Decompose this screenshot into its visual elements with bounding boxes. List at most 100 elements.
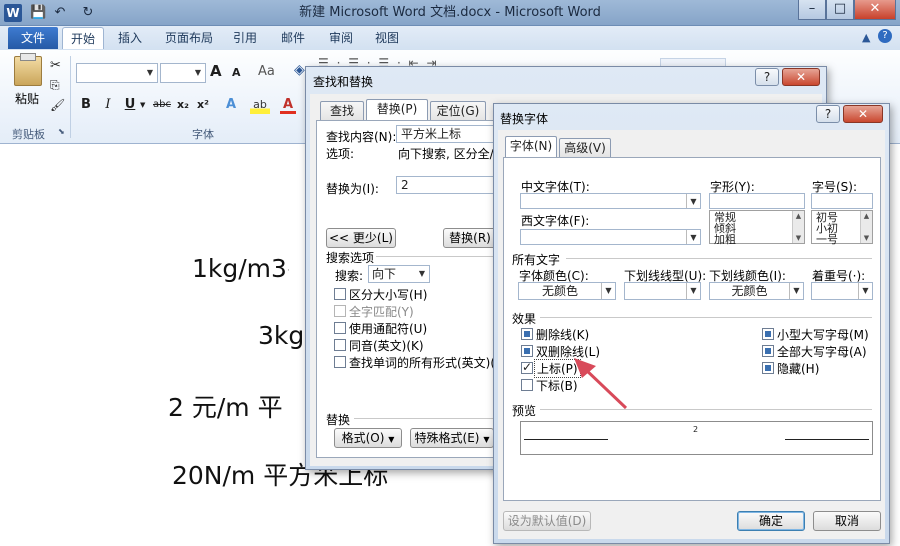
format-painter-icon[interactable]: 🖌 <box>50 98 65 112</box>
bold-button[interactable]: B <box>78 96 94 114</box>
paragraph-mark: · <box>287 266 290 276</box>
tab-page-layout[interactable]: 页面布局 <box>160 27 218 49</box>
emphasis-select[interactable]: ▼ <box>811 282 873 300</box>
replace-font-close-button[interactable]: ✕ <box>843 105 883 123</box>
font-color-select[interactable]: 无颜色 ▼ <box>518 282 616 300</box>
ribbon-collapse-icon[interactable]: ▲ <box>862 31 870 44</box>
chevron-down-icon[interactable]: ▼ <box>140 101 145 109</box>
close-button[interactable]: ✕ <box>854 0 896 20</box>
western-font-select[interactable]: ▼ <box>520 229 701 245</box>
strikethrough-button[interactable]: abc <box>151 96 173 114</box>
highlight-icon[interactable]: ab <box>250 96 270 114</box>
font-color-icon[interactable]: A <box>280 96 296 114</box>
chevron-down-icon: ▼ <box>686 230 700 244</box>
tab-file[interactable]: 文件 <box>8 27 58 49</box>
chevron-down-icon: ▼ <box>146 68 154 77</box>
italic-button[interactable]: I <box>100 96 116 114</box>
font-size-box[interactable]: ▼ <box>160 63 206 83</box>
font-style-scrollbar[interactable]: ▲ ▼ <box>792 211 804 243</box>
find-replace-help-button[interactable]: ? <box>755 68 779 86</box>
all-caps-checkbox[interactable] <box>762 345 774 357</box>
tab-mailings[interactable]: 邮件 <box>274 27 312 49</box>
all-caps-label: 全部大写字母(A) <box>777 345 867 359</box>
replace-font-help-button[interactable]: ? <box>816 105 840 123</box>
replace-with-input[interactable]: 2 <box>396 176 496 194</box>
superscript-button[interactable]: x² <box>195 96 211 114</box>
font-name-box[interactable]: ▼ <box>76 63 158 83</box>
font-style-option[interactable]: 加粗 <box>714 234 804 245</box>
cancel-button[interactable]: 取消 <box>813 511 881 531</box>
tab-insert[interactable]: 插入 <box>110 27 150 49</box>
clipboard-launcher-icon[interactable]: ⬊ <box>58 127 65 136</box>
divider <box>540 317 872 318</box>
chevron-down-icon: ▼ <box>858 283 872 299</box>
tab-font[interactable]: 字体(N) <box>505 136 557 158</box>
tab-goto[interactable]: 定位(G) <box>430 101 486 121</box>
find-what-input[interactable]: 平方米上标 <box>396 125 496 143</box>
superscript-checkbox[interactable] <box>521 360 533 374</box>
tab-references[interactable]: 引用 <box>226 27 264 49</box>
shrink-font-button[interactable]: A <box>232 66 241 79</box>
tab-view[interactable]: 视图 <box>368 27 406 49</box>
chevron-down-icon: ▼ <box>601 283 615 299</box>
hidden-label: 隐藏(H) <box>777 362 820 376</box>
maximize-button[interactable]: □ <box>826 0 854 20</box>
less-button[interactable]: << 更少(L) <box>326 228 396 248</box>
change-case-button[interactable]: Aa <box>258 64 275 79</box>
subscript-checkbox[interactable] <box>521 379 533 391</box>
minimize-button[interactable]: – <box>798 0 826 20</box>
annotation-arrow-shaft <box>582 366 628 410</box>
tab-advanced[interactable]: 高级(V) <box>559 138 611 158</box>
font-style-list[interactable]: 常规 倾斜 加粗 ▲ ▼ <box>709 210 805 245</box>
tab-find[interactable]: 查找(D) <box>320 101 364 137</box>
underline-color-select[interactable]: 无颜色 ▼ <box>709 282 804 300</box>
document-line-1: 1kg/m3 <box>192 254 287 283</box>
copy-icon[interactable]: ⎘ <box>50 78 60 93</box>
underline-style-select[interactable]: ▼ <box>624 282 701 300</box>
font-style-input[interactable] <box>709 193 805 209</box>
options-label: 选项: <box>326 147 355 161</box>
find-replace-close-button[interactable]: ✕ <box>782 68 820 86</box>
document-line-2: 3kg <box>258 321 305 350</box>
hidden-checkbox[interactable] <box>762 362 774 374</box>
small-caps-checkbox[interactable] <box>762 328 774 340</box>
help-icon[interactable]: ? <box>878 29 892 43</box>
find-what-label: 查找内容(N): <box>326 130 397 144</box>
text-effects-icon[interactable]: A <box>222 96 240 114</box>
tab-replace[interactable]: 替换(P) <box>366 99 428 121</box>
annotation-arrow <box>574 358 628 410</box>
search-direction-select[interactable]: 向下 ▼ <box>368 265 430 283</box>
sounds-like-checkbox[interactable] <box>334 339 346 351</box>
grow-font-button[interactable]: A <box>210 62 222 80</box>
font-size-scrollbar[interactable]: ▲ ▼ <box>860 211 872 243</box>
window-title: 新建 Microsoft Word 文档.docx - Microsoft Wo… <box>299 5 601 20</box>
cut-icon[interactable]: ✂ <box>50 58 61 73</box>
search-options-title: 搜索选项 <box>326 251 375 265</box>
replace-button[interactable]: 替换(R) <box>443 228 497 248</box>
paste-button[interactable]: 粘贴 <box>15 90 39 107</box>
divider <box>354 418 494 419</box>
match-case-checkbox[interactable] <box>334 288 346 300</box>
ok-button[interactable]: 确定 <box>737 511 805 531</box>
whole-word-checkbox[interactable] <box>334 305 346 317</box>
special-button[interactable]: 特殊格式(E) ▼ <box>410 428 494 448</box>
wildcards-checkbox[interactable] <box>334 322 346 334</box>
subscript-button[interactable]: x₂ <box>175 96 191 114</box>
all-word-forms-checkbox[interactable] <box>334 356 346 368</box>
set-default-button[interactable]: 设为默认值(D) <box>503 511 591 531</box>
underline-button[interactable]: U <box>122 96 138 114</box>
all-word-forms-label: 查找单词的所有形式(英文)(W) <box>349 356 493 370</box>
clear-format-icon[interactable]: ◈ <box>294 62 305 78</box>
chevron-down-icon: ▼ <box>789 283 803 299</box>
format-button[interactable]: 格式(O) ▼ <box>334 428 402 448</box>
font-size-input[interactable] <box>811 193 873 209</box>
cn-font-select[interactable]: ▼ <box>520 193 701 209</box>
replace-font-title: 替换字体 <box>500 112 549 126</box>
font-size-list[interactable]: 初号 小初 一号 ▲ ▼ <box>811 210 873 245</box>
tab-home[interactable]: 开始 <box>62 27 104 49</box>
options-value: 向下搜索, 区分全/半 <box>398 147 494 161</box>
tab-review[interactable]: 审阅 <box>322 27 360 49</box>
strikethrough-checkbox[interactable] <box>521 328 533 340</box>
double-strikethrough-checkbox[interactable] <box>521 345 533 357</box>
document-line-3: 2 元/m 平 <box>168 393 283 422</box>
